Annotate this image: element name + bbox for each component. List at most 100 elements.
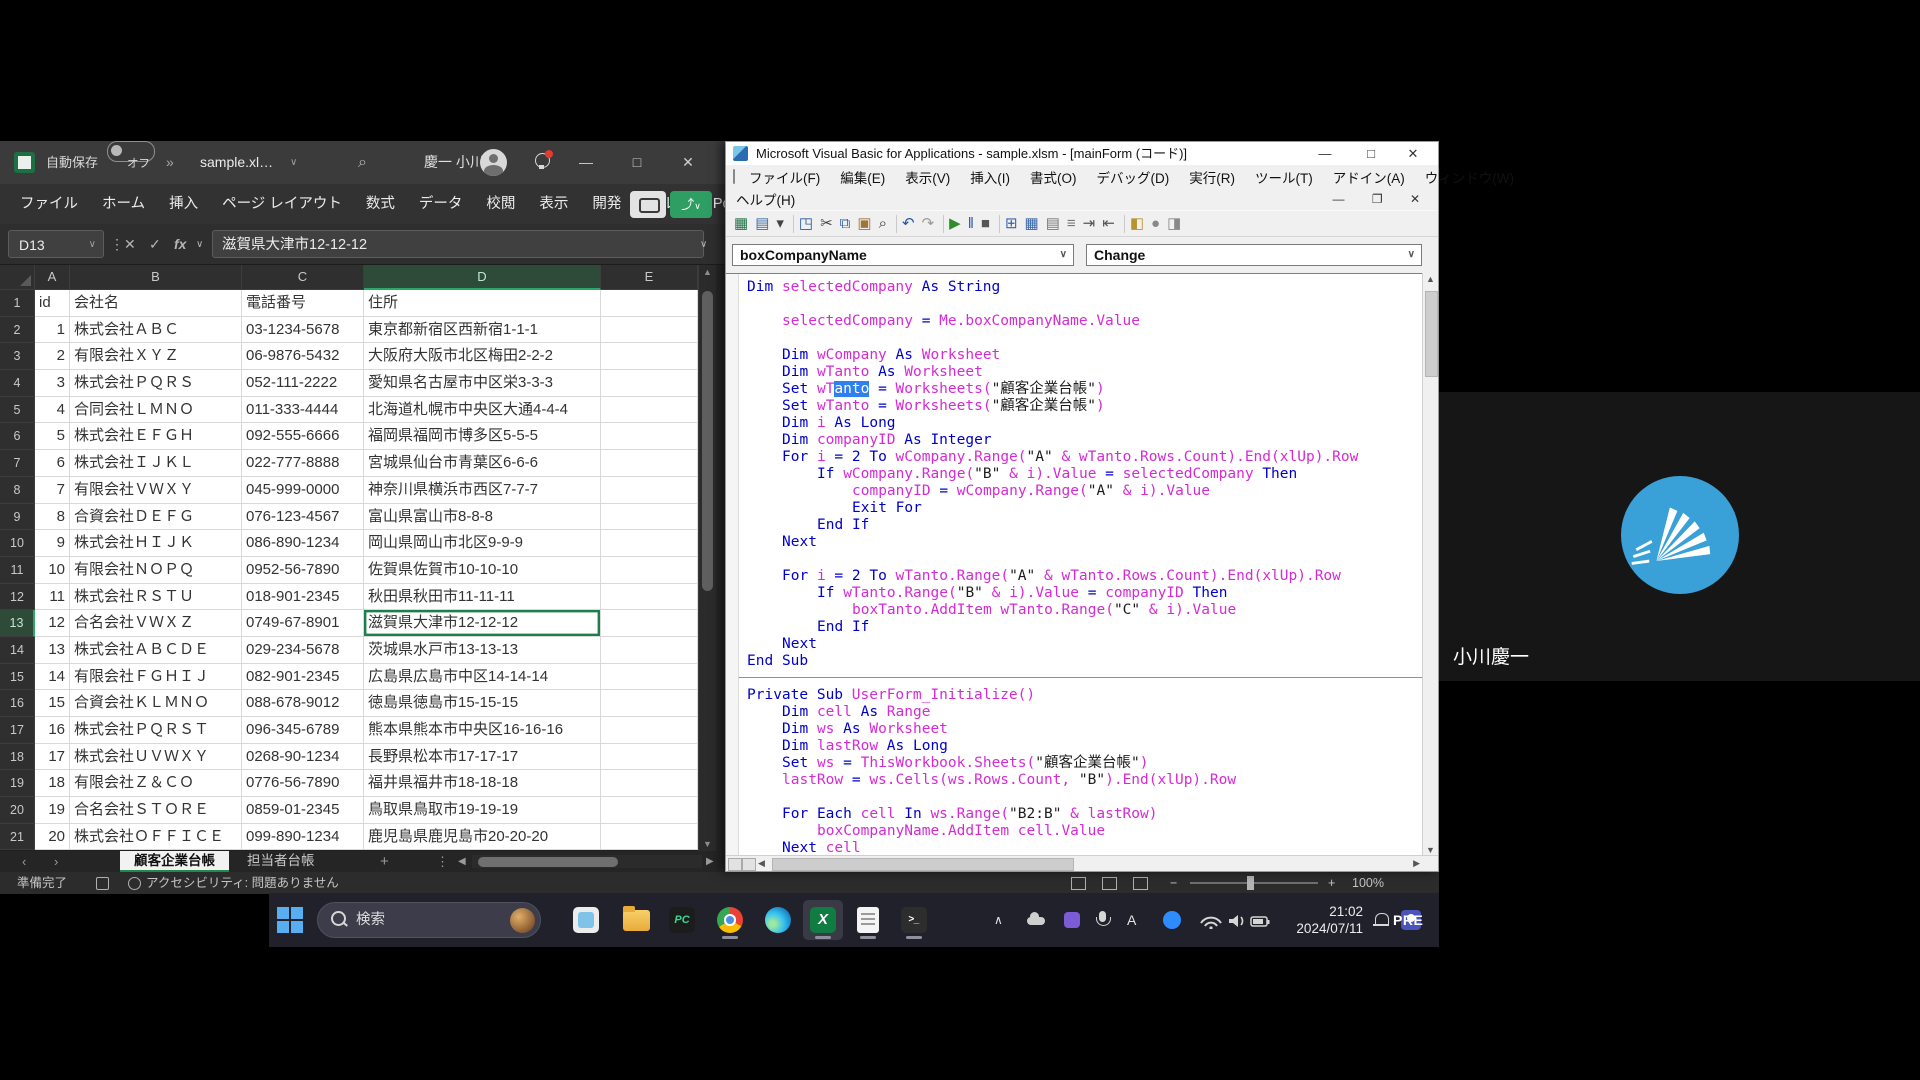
code-line[interactable] [747,330,1422,347]
normal-view-icon[interactable] [1071,877,1086,890]
code-line[interactable] [747,789,1422,806]
workbook-title[interactable]: sample.xl… [200,141,273,184]
cell[interactable]: 合同会社ＬＭＮＯ [70,397,242,424]
onedrive-icon[interactable] [1027,917,1045,925]
zoom-in-icon[interactable]: + [1328,872,1335,894]
row-header-5[interactable]: 5 [0,397,35,424]
title-dropdown-icon[interactable]: ∨ [290,141,297,184]
cell[interactable]: 092-555-6666 [242,423,364,450]
code-line[interactable]: Dim selectedCompany As String [747,279,1422,296]
vba-menu-item-5[interactable]: デバッグ(D) [1087,167,1180,187]
cell[interactable]: 8 [35,504,70,531]
ribbon-tab-3[interactable]: ページ レイアウト [210,184,354,224]
cell[interactable]: id [35,290,70,317]
vba-minimize-button[interactable]: — [1308,142,1342,165]
cell[interactable]: 株式会社ＨＩＪＫ [70,530,242,557]
zoom-out-icon[interactable]: − [1170,872,1177,894]
cell[interactable]: 076-123-4567 [242,504,364,531]
code-line[interactable] [747,296,1422,313]
cell[interactable]: 株式会社ＵＶＷＸＹ [70,744,242,771]
sheet-tab[interactable]: 担当者台帳 [233,851,329,872]
row-header-3[interactable]: 3 [0,343,35,370]
cell[interactable] [601,423,698,450]
cell[interactable]: 18 [35,770,70,797]
search-daily-image[interactable] [510,908,535,933]
column-header-C[interactable]: C [242,265,364,290]
cell[interactable]: 011-333-4444 [242,397,364,424]
code-line[interactable]: Dim i As Long [747,415,1422,432]
toolbar-icon[interactable]: ◧ [1130,211,1144,236]
maximize-button[interactable]: □ [617,141,657,184]
code-line[interactable] [747,551,1422,568]
sheet-prev-icon[interactable]: ‹ [22,851,26,872]
cell[interactable]: 20 [35,824,70,851]
code-pane[interactable]: Dim selectedCompany As String selectedCom… [726,273,1438,856]
app-icon-pycharm[interactable]: PC [662,900,702,940]
vba-menu-item-3[interactable]: 挿入(I) [960,167,1020,187]
app-icon-edge[interactable] [758,900,798,940]
avatar[interactable] [480,149,507,176]
procedure-view-button[interactable] [728,858,742,871]
cell[interactable] [601,504,698,531]
cell[interactable]: 株式会社ＲＳＴＵ [70,584,242,611]
cell[interactable] [601,664,698,691]
cell[interactable]: 12 [35,610,70,637]
cell[interactable]: 東京都新宿区西新宿1-1-1 [364,317,601,344]
code-line[interactable]: If wCompany.Range("B" & i).Value = selec… [747,466,1422,483]
code-line[interactable]: End If [747,619,1422,636]
vba-menu-item-7[interactable]: ツール(T) [1245,167,1323,187]
code-line[interactable]: companyID = wCompany.Range("A" & i).Valu… [747,483,1422,500]
column-header-D[interactable]: D [364,265,601,290]
row-header-14[interactable]: 14 [0,637,35,664]
code-line[interactable]: Next cell [747,840,1422,856]
cell[interactable]: 086-890-1234 [242,530,364,557]
cell[interactable] [601,610,698,637]
account-name[interactable]: 慶一 小川 [424,141,484,184]
cell[interactable] [601,824,698,851]
vba-maximize-button[interactable]: □ [1354,142,1388,165]
app-icon-notepad[interactable] [848,900,888,940]
sheet-tab-active[interactable]: 顧客企業台帳 [120,851,229,872]
cell[interactable]: 電話番号 [242,290,364,317]
cell[interactable]: 合名会社ＳＴＯＲＥ [70,797,242,824]
code-line[interactable]: selectedCompany = Me.boxCompanyName.Valu… [747,313,1422,330]
toolbar-icon[interactable]: ● [1151,211,1160,236]
cell[interactable] [601,584,698,611]
cell[interactable]: 佐賀県佐賀市10-10-10 [364,557,601,584]
vba-vertical-scrollbar[interactable]: ▲ ▼ [1422,273,1438,856]
cell[interactable]: 長野県松本市17-17-17 [364,744,601,771]
cell[interactable]: 15 [35,690,70,717]
column-header-A[interactable]: A [35,265,70,290]
column-header-E[interactable]: E [601,265,698,290]
code-line[interactable]: Dim cell As Range [747,704,1422,721]
cell[interactable]: 有限会社ＶＷＸＹ [70,477,242,504]
toolbar-icon[interactable]: ↷ [922,211,935,236]
name-box[interactable]: D13∨ [8,230,104,258]
fx-icon[interactable]: fx [174,224,186,265]
zoom-app-icon[interactable] [1163,911,1181,929]
cell[interactable]: 0776-56-7890 [242,770,364,797]
toolbar-icon[interactable]: ⌕ [879,211,887,236]
cell[interactable]: 秋田県秋田市11-11-11 [364,584,601,611]
code-line[interactable]: For i = 2 To wCompany.Range("A" & wTanto… [747,449,1422,466]
cell[interactable]: 9 [35,530,70,557]
page-layout-view-icon[interactable] [1102,877,1117,890]
zoom-level[interactable]: 100% [1352,872,1384,894]
add-sheet-icon[interactable]: + [380,851,389,872]
vba-menu-item-6[interactable]: 実行(R) [1179,167,1245,187]
toolbar-icon[interactable]: ▶ [949,211,961,236]
cell[interactable]: 018-901-2345 [242,584,364,611]
tray-app-icon[interactable] [1064,912,1080,928]
cell[interactable]: 5 [35,423,70,450]
toolbar-icon[interactable]: ▤ [1046,211,1060,236]
toolbar-icon[interactable]: ⇤ [1102,211,1115,236]
vba-menu-item-8[interactable]: アドイン(A) [1323,167,1415,187]
cell[interactable] [601,450,698,477]
cell[interactable] [601,343,698,370]
cell[interactable]: 住所 [364,290,601,317]
ribbon-tab-0[interactable]: ファイル [8,184,90,224]
vba-close-button[interactable]: ✕ [1396,142,1430,165]
cell[interactable]: 有限会社Ｚ＆ＣＯ [70,770,242,797]
ribbon-tab-8[interactable]: 開発 [580,184,633,224]
module-view-button[interactable] [742,858,756,871]
